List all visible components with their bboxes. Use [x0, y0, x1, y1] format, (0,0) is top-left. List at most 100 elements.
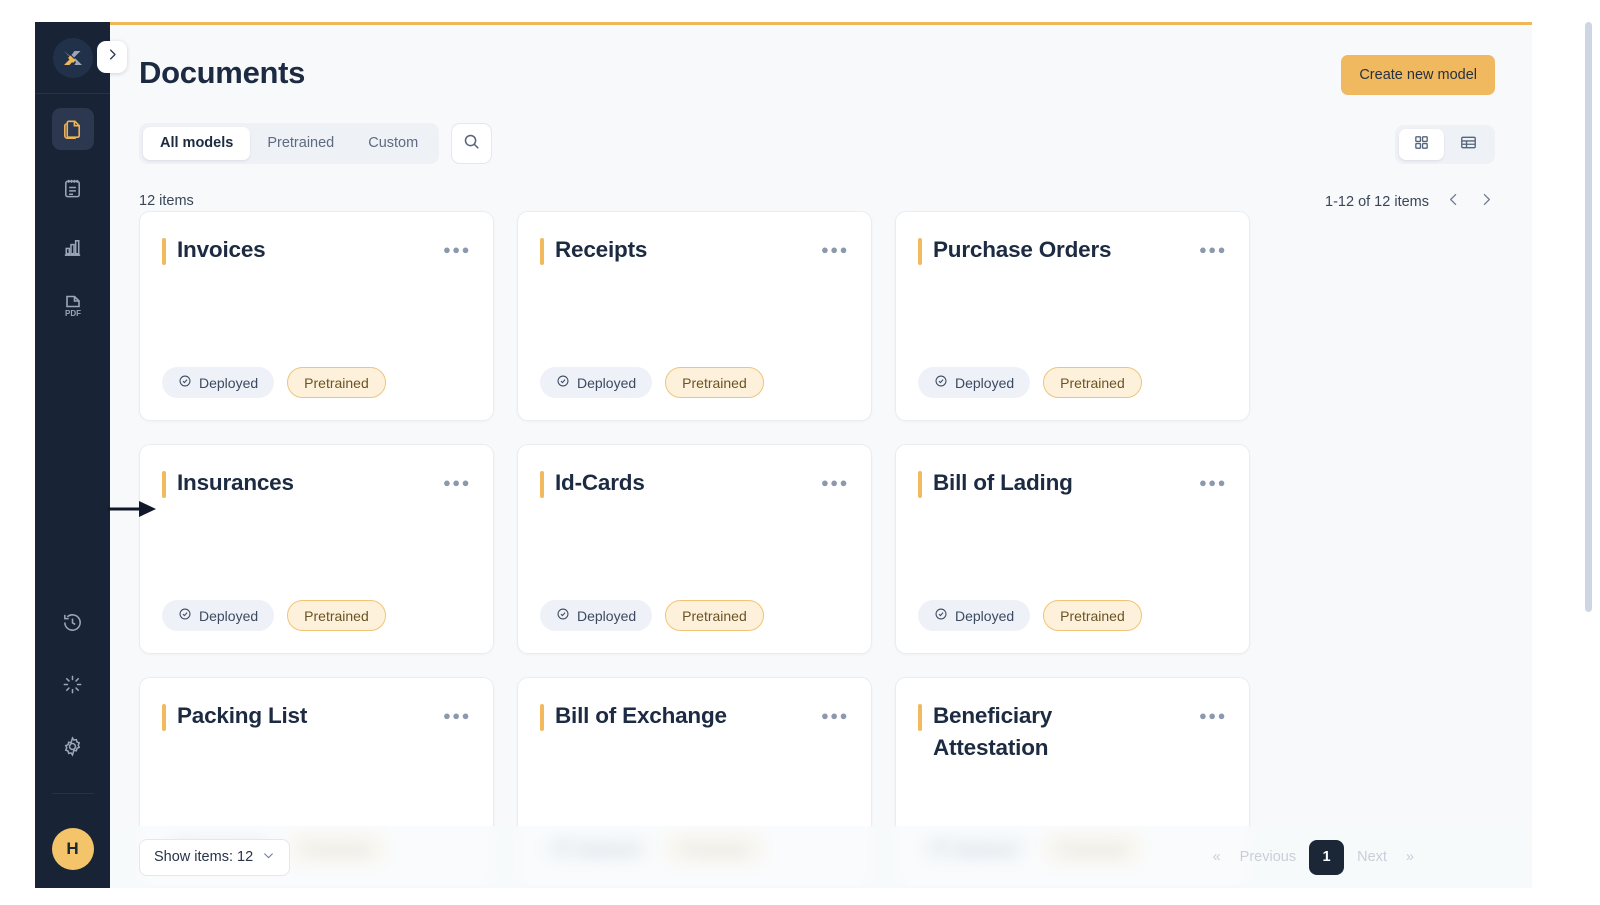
tab-all-models[interactable]: All models — [143, 127, 251, 160]
status-badge-pretrained: Pretrained — [665, 367, 764, 398]
sidebar-item-history[interactable] — [52, 601, 94, 643]
status-badge-deployed-label: Deployed — [577, 607, 637, 624]
card-badges: Deployed Pretrained — [540, 600, 764, 631]
status-badge-pretrained: Pretrained — [665, 600, 764, 631]
card-title: Id-Cards — [555, 470, 645, 495]
card-title: Invoices — [177, 237, 266, 262]
pagination-next-button[interactable]: Next — [1351, 849, 1393, 865]
more-options-icon[interactable]: ●●● — [443, 709, 471, 722]
clipboard-icon — [61, 177, 84, 200]
more-options-icon[interactable]: ●●● — [443, 243, 471, 256]
card-accent-bar — [162, 238, 166, 265]
card-title-wrap: Invoices — [162, 234, 266, 266]
card-accent-bar — [540, 471, 544, 498]
status-badge-pretrained: Pretrained — [287, 367, 386, 398]
sidebar-item-settings[interactable] — [52, 725, 94, 767]
card-badges: Deployed Pretrained — [918, 367, 1142, 398]
pagination-first-button[interactable]: « — [1207, 849, 1227, 865]
model-card[interactable]: Bill of Lading ●●● Deployed Pretrained — [895, 444, 1250, 654]
card-title: Receipts — [555, 237, 648, 262]
vertical-scrollbar-thumb[interactable] — [1585, 22, 1592, 612]
card-header: Beneficiary Attestation ●●● — [896, 678, 1249, 764]
card-title-wrap: Insurances — [162, 467, 294, 499]
tab-pretrained[interactable]: Pretrained — [250, 127, 351, 160]
sidebar-item-pdf[interactable]: PDF — [52, 285, 94, 327]
table-view-icon — [1459, 133, 1478, 157]
more-options-icon[interactable]: ●●● — [1199, 243, 1227, 256]
vertical-scrollbar-track[interactable] — [1585, 22, 1592, 888]
model-card[interactable]: Receipts ●●● Deployed Pretrained — [517, 211, 872, 421]
card-title: Purchase Orders — [933, 237, 1112, 262]
range-label: 1-12 of 12 items — [1325, 194, 1429, 210]
card-header: Insurances ●●● — [140, 445, 493, 499]
content-scroll-area: Documents Create new model All models Pr… — [110, 25, 1532, 888]
loading-spinner-icon — [61, 673, 84, 696]
pagination-previous-button[interactable]: Previous — [1234, 849, 1302, 865]
table-view-button[interactable] — [1446, 129, 1491, 160]
card-title: Bill of Lading — [933, 470, 1073, 495]
model-card[interactable]: Invoices ●●● Deployed Pretrained — [139, 211, 494, 421]
pagination-last-button[interactable]: » — [1400, 849, 1420, 865]
app-logo[interactable] — [52, 37, 93, 78]
status-badge-pretrained: Pretrained — [1043, 600, 1142, 631]
card-title-wrap: Bill of Exchange — [540, 700, 727, 732]
create-new-model-button[interactable]: Create new model — [1341, 55, 1495, 95]
pagination-bar: Show items: 12 « Previous 1 Next » — [110, 826, 1532, 888]
documents-icon — [61, 118, 84, 141]
card-header: Id-Cards ●●● — [518, 445, 871, 499]
card-title-wrap: Beneficiary Attestation — [918, 700, 1168, 764]
card-header: Invoices ●●● — [140, 212, 493, 266]
tab-custom[interactable]: Custom — [351, 127, 435, 160]
card-header: Packing List ●●● — [140, 678, 493, 732]
more-options-icon[interactable]: ●●● — [443, 476, 471, 489]
card-header: Purchase Orders ●●● — [896, 212, 1249, 266]
sidebar-nav: PDF — [51, 108, 94, 327]
model-card[interactable]: Insurances ●●● Deployed Pretrained — [139, 444, 494, 654]
sidebar-item-tasks[interactable] — [52, 167, 94, 209]
pagination-current-page[interactable]: 1 — [1309, 839, 1345, 875]
card-accent-bar — [162, 704, 166, 731]
card-title: Insurances — [177, 470, 294, 495]
card-title: Beneficiary Attestation — [933, 703, 1053, 760]
avatar[interactable]: H — [51, 828, 94, 870]
show-items-select[interactable]: Show items: 12 — [139, 838, 291, 876]
pointer-arrow-icon — [108, 497, 158, 526]
page-title: Documents — [139, 55, 306, 90]
chevron-right-icon — [1478, 191, 1495, 213]
card-header: Receipts ●●● — [518, 212, 871, 266]
sidebar-collapse-toggle[interactable] — [97, 41, 127, 73]
more-options-icon[interactable]: ●●● — [1199, 709, 1227, 722]
sidebar-item-analytics[interactable] — [52, 226, 94, 268]
range-prev-button[interactable] — [1445, 191, 1462, 213]
more-options-icon[interactable]: ●●● — [821, 243, 849, 256]
card-title: Packing List — [177, 703, 308, 728]
search-button[interactable] — [451, 123, 493, 164]
sidebar-bottom-nav — [51, 601, 94, 810]
pdf-file-icon: PDF — [61, 293, 85, 319]
sidebar-item-documents[interactable] — [51, 108, 94, 150]
card-badges: Deployed Pretrained — [918, 600, 1142, 631]
check-circle-icon — [556, 374, 570, 391]
sidebar-item-processing[interactable] — [52, 663, 94, 705]
status-badge-deployed-label: Deployed — [577, 374, 637, 391]
card-header: Bill of Exchange ●●● — [518, 678, 871, 732]
card-row: Invoices ●●● Deployed Pretrained Receipt… — [139, 211, 1273, 421]
bar-chart-icon — [61, 236, 84, 259]
card-accent-bar — [918, 471, 922, 498]
status-badge-pretrained: Pretrained — [287, 600, 386, 631]
status-badge-deployed: Deployed — [162, 367, 275, 398]
more-options-icon[interactable]: ●●● — [821, 476, 849, 489]
more-options-icon[interactable]: ●●● — [821, 709, 849, 722]
card-title-wrap: Receipts — [540, 234, 647, 266]
range-next-button[interactable] — [1478, 191, 1495, 213]
model-card[interactable]: Id-Cards ●●● Deployed Pretrained — [517, 444, 872, 654]
grid-view-icon — [1413, 134, 1430, 156]
status-badge-deployed-label: Deployed — [955, 374, 1015, 391]
card-badges: Deployed Pretrained — [540, 367, 764, 398]
search-icon — [462, 132, 481, 156]
model-card[interactable]: Purchase Orders ●●● Deployed Pretrained — [895, 211, 1250, 421]
more-options-icon[interactable]: ●●● — [1199, 476, 1227, 489]
check-circle-icon — [556, 607, 570, 624]
chevron-down-icon — [262, 849, 275, 866]
grid-view-button[interactable] — [1399, 129, 1444, 160]
